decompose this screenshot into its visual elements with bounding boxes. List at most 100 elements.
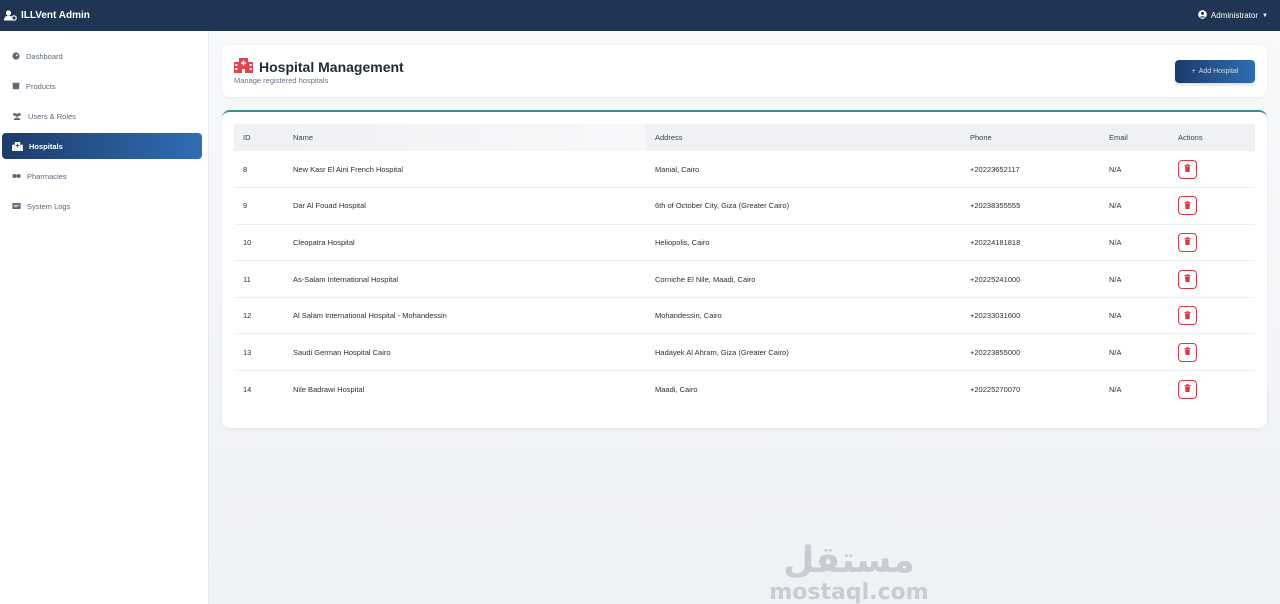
sidebar-item-system-logs[interactable]: System Logs bbox=[2, 193, 202, 219]
hospitals-table: ID Name Address Phone Email Actions 8 New… bbox=[234, 124, 1255, 407]
sidebar-item-label: Dashboard bbox=[26, 51, 63, 61]
cell-name: Al Salam International Hospital - Mohand… bbox=[284, 297, 646, 335]
table-row: 9 Dar Al Fouad Hospital 6th of October Cit… bbox=[234, 187, 1255, 225]
top-navbar: ILLVent Admin Administrator ▼ bbox=[0, 0, 1280, 31]
sidebar-item-users-roles[interactable]: Users & Roles bbox=[2, 103, 202, 129]
delete-button[interactable] bbox=[1178, 196, 1197, 216]
cell-name: Cleopatra Hospital bbox=[284, 224, 646, 262]
sidebar-item-label: Pharmacies bbox=[27, 171, 67, 181]
trash-icon bbox=[1184, 310, 1191, 321]
cell-id: 11 bbox=[234, 260, 284, 298]
cell-email: N/A bbox=[1100, 333, 1169, 372]
cell-actions bbox=[1169, 151, 1255, 189]
box-icon bbox=[12, 82, 20, 90]
cell-phone: +20238355555 bbox=[961, 187, 1100, 225]
cell-id: 13 bbox=[234, 333, 284, 372]
cell-email: N/A bbox=[1100, 224, 1169, 262]
cell-email: N/A bbox=[1100, 297, 1169, 335]
delete-button[interactable] bbox=[1178, 379, 1197, 399]
cell-address: Manial, Cairo bbox=[646, 151, 961, 189]
cell-address: Heliopolis, Cairo bbox=[646, 224, 961, 262]
page-header-card: Hospital Management Manage registered ho… bbox=[222, 45, 1267, 97]
cell-phone: +20224181818 bbox=[961, 224, 1100, 262]
app-title: ILLVent Admin bbox=[21, 10, 90, 21]
table-row: 10 Cleopatra Hospital Heliopolis, Cairo +20… bbox=[234, 224, 1255, 262]
cell-phone: +20233031600 bbox=[961, 297, 1100, 335]
cell-address: Mohandessin, Cairo bbox=[646, 297, 961, 335]
delete-button[interactable] bbox=[1178, 232, 1197, 252]
cell-phone: +20223652117 bbox=[961, 151, 1100, 189]
cell-actions bbox=[1169, 333, 1255, 372]
table-row: 8 New Kasr El Aini French Hospital Manial,… bbox=[234, 151, 1255, 189]
sidebar-item-dashboard[interactable]: Dashboard bbox=[2, 43, 202, 69]
delete-button[interactable] bbox=[1178, 342, 1197, 362]
delete-button[interactable] bbox=[1178, 306, 1197, 326]
trash-icon bbox=[1184, 347, 1191, 357]
pills-icon bbox=[12, 172, 21, 180]
add-hospital-label: Add Hospital bbox=[1198, 68, 1239, 75]
cell-actions bbox=[1169, 260, 1255, 298]
cell-address: Maadi, Cairo bbox=[655, 384, 698, 394]
sidebar-item-label: Products bbox=[26, 81, 56, 91]
cell-actions bbox=[1169, 371, 1255, 408]
users-icon bbox=[12, 112, 22, 120]
column-header-address[interactable]: Address bbox=[646, 124, 961, 151]
table-row: 13 Saudi German Hospital Cairo Hadayek Al … bbox=[234, 333, 1255, 372]
column-header-id[interactable]: ID bbox=[234, 124, 284, 151]
cell-email: N/A bbox=[1109, 384, 1122, 394]
cell-phone: +20225270070 bbox=[970, 384, 1021, 394]
cell-name: As-Salam International Hospital bbox=[284, 260, 646, 298]
trash-icon bbox=[1184, 384, 1191, 394]
cell-id: 12 bbox=[234, 297, 284, 335]
hospital-icon bbox=[234, 58, 253, 75]
cell-email: N/A bbox=[1100, 187, 1169, 225]
cell-phone: +20225241000 bbox=[961, 260, 1100, 298]
cell-phone: +20223855000 bbox=[961, 333, 1100, 372]
cell-id: 10 bbox=[234, 224, 284, 262]
add-hospital-button[interactable]: + Add Hospital bbox=[1175, 60, 1255, 83]
cell-name: Nile Badrawi Hospital bbox=[293, 384, 365, 394]
user-name: Administrator bbox=[1210, 11, 1259, 20]
table-header-row: ID Name Address Phone Email Actions bbox=[234, 124, 1255, 151]
plus-icon: + bbox=[1191, 68, 1196, 75]
trash-icon bbox=[1184, 237, 1191, 247]
caret-down-icon: ▼ bbox=[1262, 12, 1268, 19]
cell-email: N/A bbox=[1100, 260, 1169, 298]
user-cog-icon bbox=[4, 10, 17, 21]
sidebar-item-label: Hospitals bbox=[29, 141, 63, 151]
sidebar: Dashboard Products Users & Roles Hospita… bbox=[0, 31, 209, 604]
trash-icon bbox=[1184, 164, 1191, 174]
table-body: 8 New Kasr El Aini French Hospital Manial,… bbox=[234, 151, 1255, 407]
table-row: 11 As-Salam International Hospital Cornich… bbox=[234, 260, 1255, 298]
sidebar-item-pharmacies[interactable]: Pharmacies bbox=[2, 163, 202, 189]
trash-icon bbox=[1184, 200, 1191, 211]
cell-name: New Kasr El Aini French Hospital bbox=[284, 151, 646, 189]
page-subtitle: Manage registered hospitals bbox=[234, 76, 329, 85]
user-menu-dropdown[interactable]: Administrator ▼ bbox=[1198, 10, 1268, 21]
column-header-name[interactable]: Name bbox=[284, 124, 646, 151]
cell-id: 14 bbox=[243, 384, 252, 394]
logs-icon bbox=[12, 202, 21, 210]
cell-actions bbox=[1169, 224, 1255, 262]
user-circle-icon bbox=[1198, 10, 1207, 21]
delete-button[interactable] bbox=[1178, 269, 1197, 289]
hospital-icon bbox=[12, 141, 23, 151]
cell-name: Saudi German Hospital Cairo bbox=[284, 333, 646, 372]
column-header-phone[interactable]: Phone bbox=[961, 124, 1100, 151]
cell-email: N/A bbox=[1100, 151, 1169, 189]
hospitals-table-card: ID Name Address Phone Email Actions 8 New… bbox=[222, 110, 1267, 428]
cell-address: 6th of October City, Giza (Greater Cairo… bbox=[646, 187, 961, 225]
sidebar-item-products[interactable]: Products bbox=[2, 73, 202, 99]
sidebar-item-label: Users & Roles bbox=[28, 111, 76, 121]
dashboard-icon bbox=[12, 52, 20, 60]
column-header-email[interactable]: Email bbox=[1100, 124, 1169, 151]
table-row: 14 Nile Badrawi Hospital Maadi, Cairo +2022… bbox=[234, 371, 1255, 408]
delete-button[interactable] bbox=[1178, 159, 1197, 179]
page-title: Hospital Management bbox=[259, 58, 404, 75]
main-content: Hospital Management Manage registered ho… bbox=[209, 31, 1280, 604]
sidebar-item-label: System Logs bbox=[27, 201, 71, 211]
trash-icon bbox=[1184, 274, 1191, 284]
brand[interactable]: ILLVent Admin bbox=[4, 10, 90, 21]
column-header-actions: Actions bbox=[1169, 124, 1255, 151]
sidebar-item-hospitals[interactable]: Hospitals bbox=[2, 133, 202, 159]
